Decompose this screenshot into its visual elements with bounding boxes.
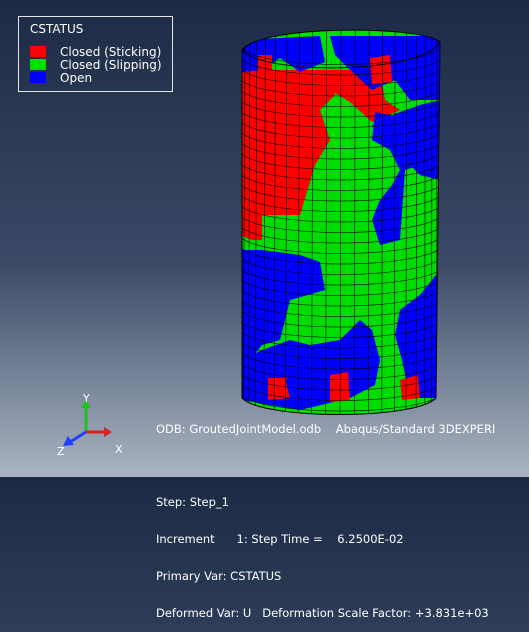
legend-item-open: Open <box>30 71 92 84</box>
legend-swatch <box>30 46 46 57</box>
legend-title: CSTATUS <box>30 22 83 36</box>
info-step: Step: Step_1 <box>156 496 529 508</box>
axis-triad: Y X Z <box>48 390 138 460</box>
triad-z-label: Z <box>57 445 65 458</box>
legend-swatch <box>30 72 46 83</box>
info-blank <box>156 459 529 471</box>
info-primary-var: Primary Var: CSTATUS <box>156 570 529 582</box>
info-deformed-var: Deformed Var: U Deformation Scale Factor… <box>156 607 529 619</box>
triad-x-label: X <box>115 443 123 456</box>
legend-swatch <box>30 59 46 70</box>
legend-item-slipping: Closed (Slipping) <box>30 58 162 71</box>
legend-item-sticking: Closed (Sticking) <box>30 45 161 58</box>
viewport-info-text: ODB: GroutedJointModel.odb Abaqus/Standa… <box>156 398 529 632</box>
cylinder-model <box>230 20 450 422</box>
info-odb: ODB: GroutedJointModel.odb Abaqus/Standa… <box>156 423 529 435</box>
info-increment: Increment 1: Step Time = 6.2500E-02 <box>156 533 529 545</box>
triad-y-label: Y <box>83 392 90 405</box>
legend: CSTATUS Closed (Sticking) Closed (Slippi… <box>18 16 173 92</box>
